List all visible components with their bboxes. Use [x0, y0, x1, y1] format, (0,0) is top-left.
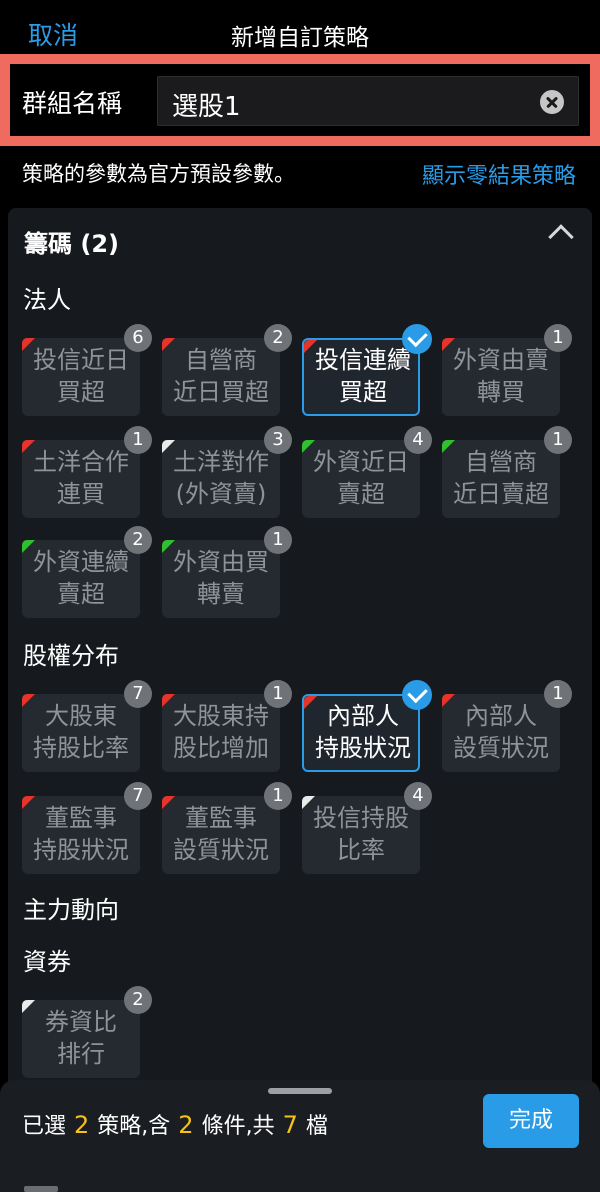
clear-icon[interactable]: [540, 90, 564, 114]
selection-summary: 已選 2 策略,含 2 條件,共 7 檔: [22, 1108, 328, 1140]
count-badge: 1: [264, 526, 292, 554]
strategy-tile-label: 外資近日 賣超: [313, 448, 409, 508]
count-badge: 6: [124, 324, 152, 352]
count-badge: 2: [264, 324, 292, 352]
strategy-tile[interactable]: 外資近日 賣超 4: [302, 426, 432, 518]
strategy-tile-label: 投信近日 買超: [33, 346, 129, 406]
strategy-tile-label: 自營商 近日賣超: [453, 448, 549, 508]
top-bar: 取消 新增自訂策略: [0, 0, 600, 62]
strategy-tile-label: 土洋對作 (外資賣): [173, 448, 269, 508]
strategy-tile[interactable]: 內部人 持股狀況: [302, 680, 432, 772]
strategy-tile-label: 外資由買 轉賣: [173, 548, 269, 608]
strategy-tile[interactable]: 外資由買 轉賣 1: [162, 526, 292, 618]
summary-prefix: 已選: [22, 1114, 67, 1139]
strategy-tile[interactable]: 董監事 設質狀況 1: [162, 782, 292, 874]
strategy-tile-label: 投信持股 比率: [313, 804, 409, 864]
done-button[interactable]: 完成: [483, 1094, 579, 1148]
strategy-panel: 籌碼 (2) 法人 股權分布 主力動向 資券 投信近日 買超 6 自營商 近日買超 2…: [8, 208, 592, 1108]
strategy-tile[interactable]: 內部人 設質狀況 1: [442, 680, 572, 772]
strategy-tile[interactable]: 土洋合作 連買 1: [22, 426, 152, 518]
group-name-highlight: 群組名稱 選股1: [0, 54, 600, 146]
count-badge: 1: [544, 324, 572, 352]
count-badge: 7: [124, 782, 152, 810]
count-badge: 1: [264, 680, 292, 708]
strategy-tile[interactable]: 投信持股 比率 4: [302, 782, 432, 874]
strategy-tile-label: 自營商 近日買超: [173, 346, 269, 406]
strategy-tile[interactable]: 自營商 近日賣超 1: [442, 426, 572, 518]
group-name-value: 選股1: [172, 92, 241, 122]
strategy-tile-label: 外資連續 賣超: [33, 548, 129, 608]
strategy-tile[interactable]: 外資連續 賣超 2: [22, 526, 152, 618]
group-label-equity: 股權分布: [23, 642, 119, 670]
count-badge: 7: [124, 680, 152, 708]
count-badge: 3: [264, 426, 292, 454]
count-badge: 4: [404, 426, 432, 454]
strategy-tile-label: 內部人 設質狀況: [453, 702, 549, 762]
strategy-tile-label: 內部人 持股狀況: [315, 702, 411, 762]
count-badge: 2: [124, 986, 152, 1014]
strategy-tile[interactable]: 外資由賣 轉買 1: [442, 324, 572, 416]
strategy-tile[interactable]: 大股東 持股比率 7: [22, 680, 152, 772]
strategy-tile-label: 董監事 設質狀況: [173, 804, 269, 864]
strategy-tile-label: 投信連續 買超: [315, 346, 411, 406]
page-title: 新增自訂策略: [231, 25, 369, 51]
count-badge: 4: [404, 782, 432, 810]
group-name-input[interactable]: 選股1: [157, 76, 579, 126]
checkmark-icon: [402, 324, 432, 354]
params-notice: 策略的參數為官方預設參數。: [22, 162, 295, 186]
strategy-tile[interactable]: 土洋對作 (外資賣) 3: [162, 426, 292, 518]
strategy-tile[interactable]: 大股東持 股比增加 1: [162, 680, 292, 772]
group-name-label: 群組名稱: [22, 89, 123, 118]
group-label-faren: 法人: [23, 286, 71, 314]
summary-suffix: 檔: [305, 1114, 328, 1139]
strategy-tile-label: 券資比 排行: [45, 1008, 117, 1068]
group-name-row: 群組名稱 選股1: [10, 64, 590, 136]
drag-handle[interactable]: [268, 1088, 332, 1094]
count-badge: 1: [124, 426, 152, 454]
group-label-main-force: 主力動向: [23, 896, 119, 924]
selected-strategy-count: 2: [74, 1111, 90, 1139]
strategy-tile[interactable]: 董監事 持股狀況 7: [22, 782, 152, 874]
stock-count: 7: [282, 1111, 298, 1139]
strategy-tile-label: 大股東持 股比增加: [173, 702, 269, 762]
chevron-up-icon[interactable]: [548, 224, 574, 250]
strategy-tile-label: 土洋合作 連買: [33, 448, 129, 508]
strategy-tile[interactable]: 投信連續 買超: [302, 324, 432, 416]
summary-mid2: 條件,共: [201, 1114, 275, 1139]
strategy-tile[interactable]: 自營商 近日買超 2: [162, 324, 292, 416]
strategy-tile[interactable]: 投信近日 買超 6: [22, 324, 152, 416]
count-badge: 1: [264, 782, 292, 810]
strategy-tile-label: 董監事 持股狀況: [33, 804, 129, 864]
count-badge: 2: [124, 526, 152, 554]
next-content-peek: [24, 1186, 58, 1192]
bottom-bar: 已選 2 策略,含 2 條件,共 7 檔 完成: [0, 1080, 600, 1192]
condition-count: 2: [178, 1111, 194, 1139]
summary-mid1: 策略,含: [97, 1114, 171, 1139]
strategy-tile-label: 外資由賣 轉買: [453, 346, 549, 406]
section-title: 籌碼 (2): [24, 230, 119, 258]
count-badge: 1: [544, 680, 572, 708]
strategy-tile[interactable]: 券資比 排行 2: [22, 986, 152, 1078]
count-badge: 1: [544, 426, 572, 454]
strategy-tile-label: 大股東 持股比率: [33, 702, 129, 762]
group-label-margin: 資券: [23, 948, 71, 976]
show-zero-result-link[interactable]: 顯示零結果策略: [422, 158, 576, 190]
checkmark-icon: [402, 680, 432, 710]
